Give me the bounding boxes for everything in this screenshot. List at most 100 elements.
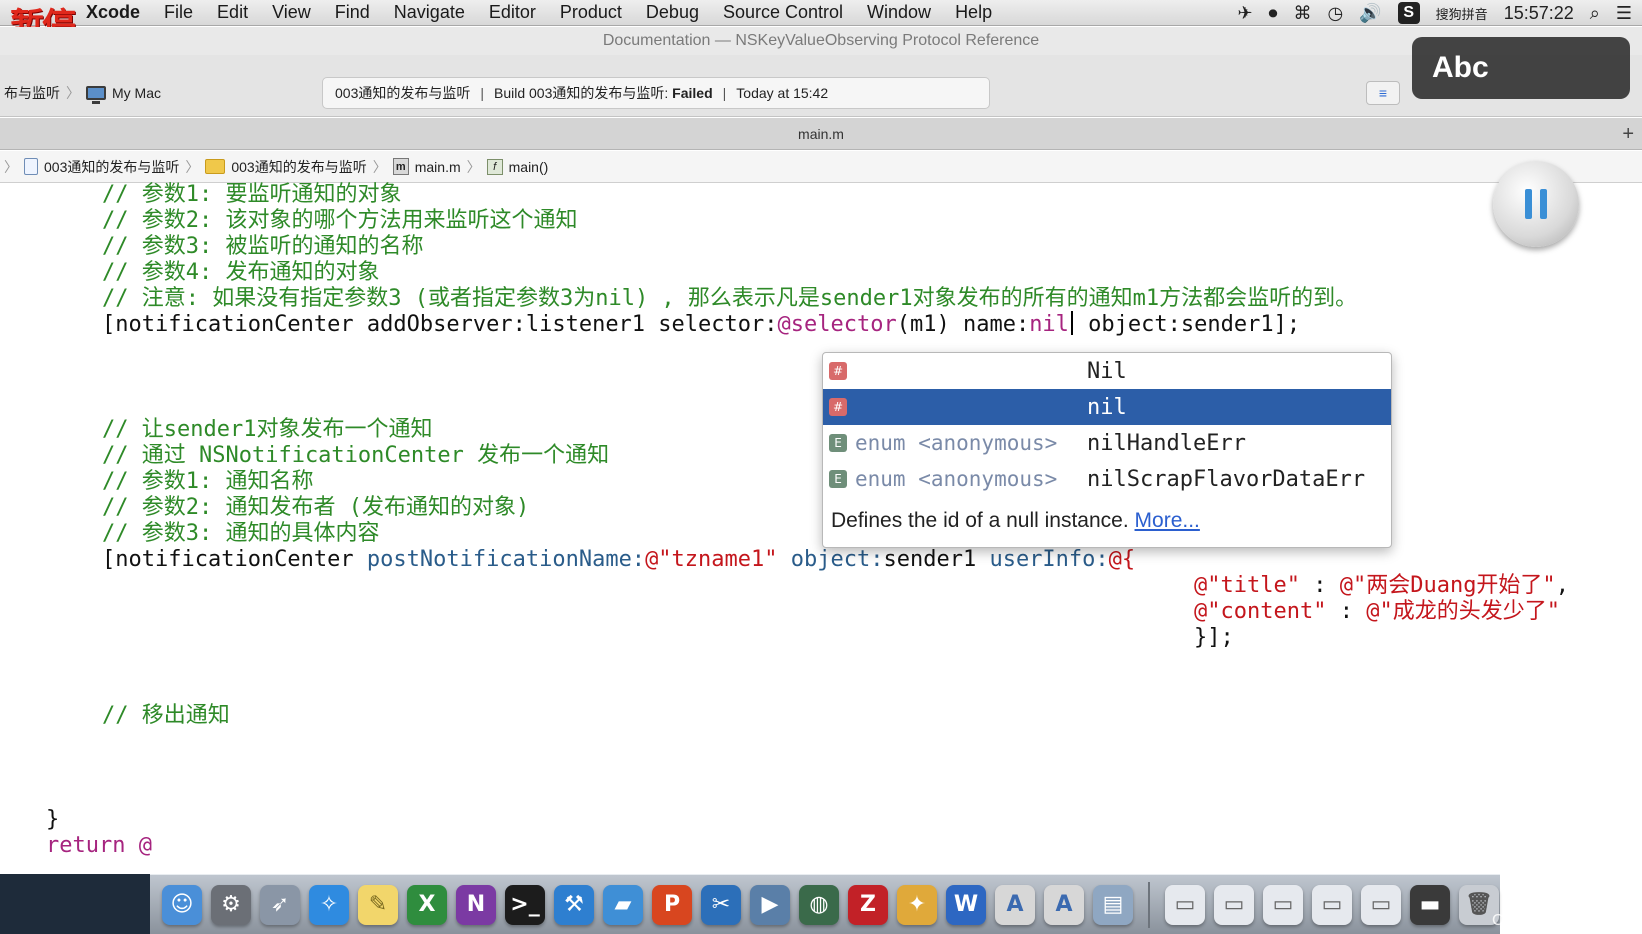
desktop-edge: [0, 874, 150, 934]
notes-icon[interactable]: ✎: [358, 884, 398, 925]
window-thumbnail-icon[interactable]: ▭: [1361, 884, 1401, 925]
menu-xcode[interactable]: Xcode: [74, 2, 152, 23]
chevron-right-icon[interactable]: 〉: [4, 157, 18, 177]
time-machine-icon[interactable]: ◷: [1328, 3, 1344, 24]
excel-icon[interactable]: X: [407, 884, 447, 925]
objc-file-icon: m: [392, 158, 409, 175]
window-thumbnail-icon[interactable]: ▭: [1214, 884, 1254, 925]
code-line: // 移出通知: [102, 703, 230, 728]
xcode-icon[interactable]: ⚒: [554, 884, 594, 925]
menu-help[interactable]: Help: [943, 2, 1004, 23]
build-status: Failed: [672, 85, 713, 101]
activity-build: Build 003通知的发布与监听: Failed: [494, 85, 713, 101]
jumpbar-function[interactable]: main(): [509, 159, 549, 175]
jump-bar: 〉 003通知的发布与监听 〉 003通知的发布与监听 〉 m main.m 〉…: [0, 151, 1642, 183]
folder-app-icon[interactable]: ▰: [603, 884, 643, 925]
completion-name: nil: [1087, 394, 1127, 420]
watermark: CSDN @清风清晨: [1492, 912, 1623, 929]
window-thumbnail-icon[interactable]: ▭: [1312, 884, 1352, 925]
status-area: ✈ ⏺ ⌘ ◷ 🔊 S 搜狗拼音 15:57:22 ⌕ ☰: [1237, 0, 1642, 26]
jumpbar-file[interactable]: main.m: [415, 159, 461, 175]
menu-file[interactable]: File: [152, 2, 205, 23]
spotlight-icon[interactable]: ⌕: [1590, 3, 1600, 24]
globe-icon[interactable]: ◍: [799, 884, 839, 925]
folder-icon: [205, 159, 226, 174]
launchpad-icon[interactable]: ➶: [260, 884, 300, 925]
macro-icon: #: [829, 362, 847, 380]
completion-name: nilScrapFlavorDataErr: [1087, 466, 1366, 492]
menu-navigate[interactable]: Navigate: [382, 2, 477, 23]
finder-icon[interactable]: ☺: [162, 884, 202, 925]
volume-icon[interactable]: 🔊: [1359, 3, 1381, 24]
clock[interactable]: 15:57:22: [1504, 3, 1574, 24]
standard-editor-icon[interactable]: ≡: [1366, 81, 1400, 105]
window-title: Documentation — NSKeyValueObserving Prot…: [0, 27, 1642, 55]
completion-item[interactable]: E enum <anonymous> nilHandleErr: [823, 425, 1391, 461]
completion-doc: Defines the id of a null instance. More.…: [831, 509, 1200, 532]
enum-icon: E: [829, 470, 847, 488]
system-preferences-icon[interactable]: ⚙: [211, 884, 251, 925]
menu-debug[interactable]: Debug: [634, 2, 711, 23]
completion-item[interactable]: E enum <anonymous> nilScrapFlavorDataErr: [823, 461, 1391, 497]
menu-find[interactable]: Find: [323, 2, 382, 23]
destination-name: My Mac: [112, 85, 161, 101]
word-icon[interactable]: W: [946, 884, 986, 925]
chevron-right-icon: 〉: [372, 158, 387, 175]
paint-icon[interactable]: ✦: [897, 884, 937, 925]
safari-icon[interactable]: ✧: [309, 884, 349, 925]
menu-window[interactable]: Window: [855, 2, 943, 23]
scissors-icon[interactable]: ✂: [701, 884, 741, 925]
filezilla-icon[interactable]: Z: [848, 884, 888, 925]
video-icon[interactable]: ▶: [750, 884, 790, 925]
code-line: // 参数1: 通知名称: [102, 469, 314, 494]
code-editor[interactable]: // 参数1: 要监听通知的对象 // 参数2: 该对象的哪个方法用来监听这个通…: [0, 182, 1642, 874]
completion-name: Nil: [1087, 358, 1127, 384]
airplane-icon[interactable]: ✈: [1237, 3, 1252, 24]
preview-icon[interactable]: ▤: [1093, 884, 1133, 925]
window-thumbnail-icon[interactable]: ▭: [1165, 884, 1205, 925]
app-store-icon[interactable]: A: [1044, 884, 1084, 925]
tab-main-m[interactable]: main.m: [798, 126, 844, 142]
powerpoint-icon[interactable]: P: [652, 884, 692, 925]
separator: |: [722, 85, 727, 101]
menu-bar: Xcode File Edit View Find Navigate Edito…: [0, 0, 1642, 26]
sogou-icon[interactable]: S: [1397, 2, 1420, 24]
more-link[interactable]: More...: [1135, 509, 1200, 532]
network-icon[interactable]: ⌘: [1294, 3, 1312, 24]
scheme-selector[interactable]: 布与监听 〉 My Mac: [0, 78, 161, 108]
code-line: // 参数2: 该对象的哪个方法用来监听这个通知: [102, 208, 578, 233]
chevron-right-icon: 〉: [185, 158, 200, 175]
pause-button[interactable]: [1493, 161, 1579, 247]
add-tab-button[interactable]: +: [1622, 118, 1634, 150]
menu-edit[interactable]: Edit: [205, 2, 260, 23]
function-icon: f: [486, 158, 503, 175]
view-buttons: ≡: [1366, 81, 1400, 105]
notification-center-icon[interactable]: ☰: [1616, 3, 1632, 24]
font-icon[interactable]: A: [995, 884, 1035, 925]
menu-source-control[interactable]: Source Control: [711, 2, 855, 23]
completion-type: enum <anonymous>: [855, 467, 1058, 491]
monitor-icon[interactable]: ▬: [1410, 884, 1450, 925]
completion-item[interactable]: # Nil: [823, 353, 1391, 389]
screen-record-icon[interactable]: ⏺: [1269, 3, 1278, 24]
jumpbar-project[interactable]: 003通知的发布与监听: [44, 157, 179, 177]
menu-editor[interactable]: Editor: [477, 2, 548, 23]
terminal-icon[interactable]: >_: [505, 884, 545, 925]
menu-product[interactable]: Product: [548, 2, 634, 23]
jumpbar-group[interactable]: 003通知的发布与监听: [231, 157, 366, 177]
code-line: // 注意: 如果没有指定参数3 (或者指定参数3为nil) , 那么表示凡是s…: [102, 286, 1358, 311]
code-line: [notificationCenter postNotificationName…: [102, 547, 1136, 572]
menu-view[interactable]: View: [260, 2, 323, 23]
dock: ☺ ⚙ ➶ ✧ ✎ X N >_ ⚒ ▰ P ✂ ▶ ◍ Z ✦ W A A ▤…: [150, 874, 1500, 934]
onenote-icon[interactable]: N: [456, 884, 496, 925]
ime-name[interactable]: 搜狗拼音: [1436, 4, 1488, 23]
activity-viewer[interactable]: 003通知的发布与监听 | Build 003通知的发布与监听: Failed …: [322, 77, 990, 109]
code-line: // 参数3: 通知的具体内容: [102, 521, 380, 546]
toolbar: 布与监听 〉 My Mac 003通知的发布与监听 | Build 003通知的…: [0, 55, 1642, 117]
dock-separator: [1148, 881, 1150, 928]
activity-time: Today at 15:42: [736, 85, 829, 101]
code-line: // 参数4: 发布通知的对象: [102, 260, 380, 285]
code-line: // 让sender1对象发布一个通知: [102, 417, 433, 442]
window-thumbnail-icon[interactable]: ▭: [1263, 884, 1303, 925]
completion-item-selected[interactable]: # nil: [823, 389, 1391, 425]
